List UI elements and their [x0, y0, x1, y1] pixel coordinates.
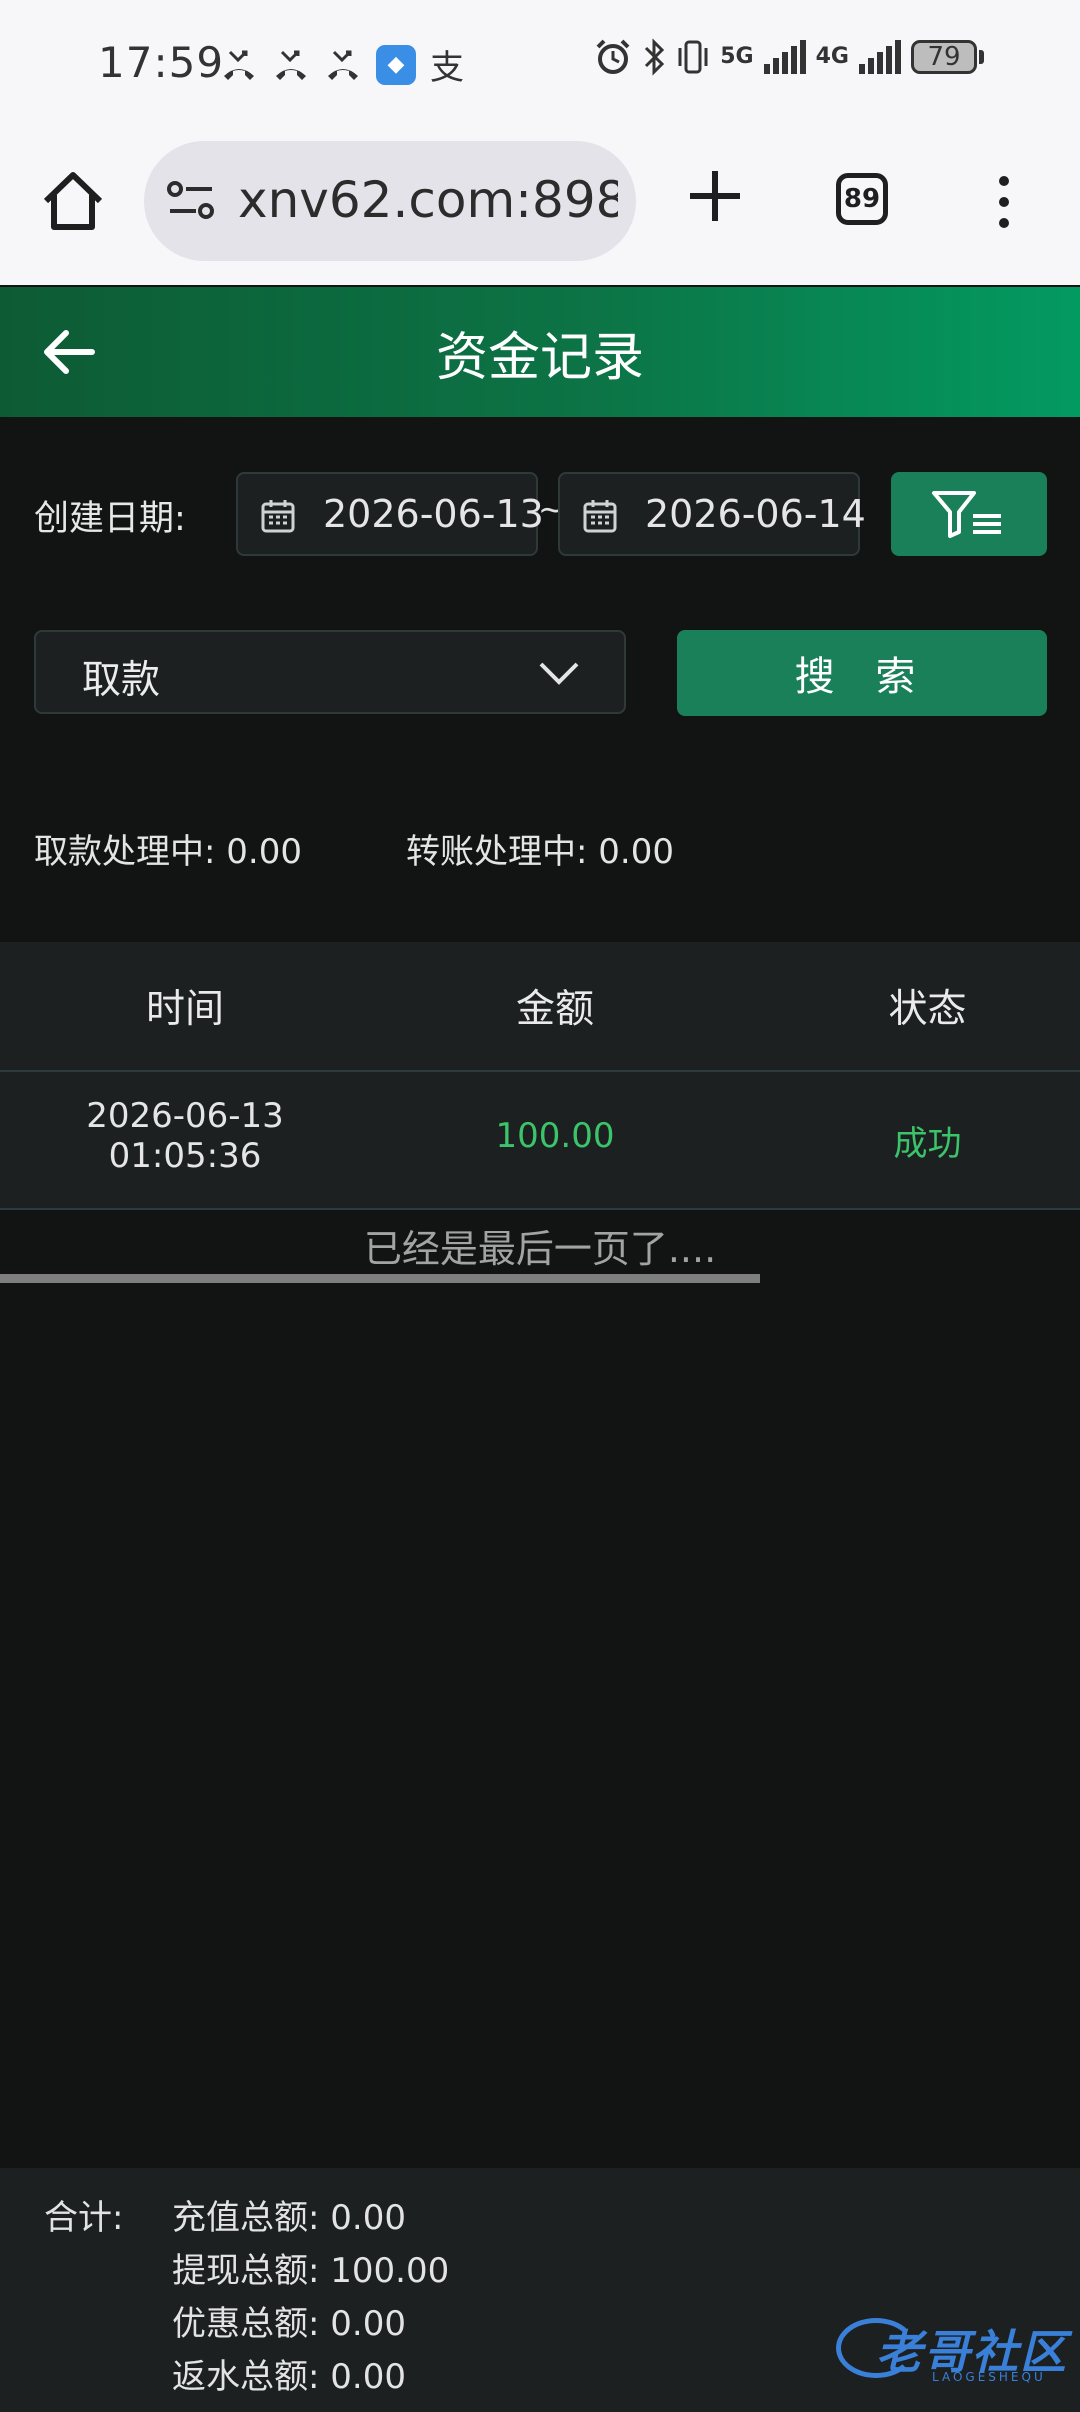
battery-icon: 79	[911, 40, 984, 74]
network-5g-label: 5G	[720, 44, 754, 69]
battery-level: 79	[911, 40, 977, 74]
url-text[interactable]: xnv62.com:8989	[238, 171, 618, 229]
alipay-icon: 支	[430, 48, 464, 88]
column-header-time: 时间	[145, 987, 224, 1032]
transfer-processing-text: 转账处理中: 0.00	[406, 832, 674, 872]
cell-status: 成功	[893, 1124, 962, 1164]
signal-4g-icon	[859, 40, 901, 74]
calendar-icon	[261, 500, 295, 533]
withdraw-processing-text: 取款处理中: 0.00	[34, 832, 302, 872]
new-tab-icon[interactable]	[684, 165, 746, 227]
discount-total: 优惠总额: 0.00	[172, 2304, 406, 2344]
table-row[interactable]: 2026-06-13 01:05:36 100.00 成功	[0, 1072, 1080, 1210]
cell-amount: 100.00	[495, 1116, 615, 1156]
watermark-sub: LAOGESHEQU	[932, 2370, 1046, 2384]
end-of-list-message: 已经是最后一页了....	[363, 1227, 717, 1271]
totals-footer: 合计: 充值总额: 0.00 提现总额: 100.00 优惠总额: 0.00 返…	[0, 2168, 1080, 2412]
totals-label: 合计:	[44, 2198, 124, 2238]
cell-clock: 01:05:36	[108, 1136, 262, 1176]
app-notification-icon: ◆	[376, 44, 416, 85]
status-bar: 17:59 ◆ 支 5G 4G 79	[0, 0, 1080, 135]
recharge-total: 充值总额: 0.00	[172, 2198, 406, 2238]
end-date-picker[interactable]: 2026-06-14	[558, 472, 866, 556]
filter-icon	[932, 491, 1001, 538]
home-icon[interactable]	[40, 169, 106, 235]
status-time: 17:59	[98, 38, 225, 87]
bluetooth-icon	[645, 38, 665, 76]
date-separator: ~	[538, 490, 565, 528]
network-4g-label: 4G	[815, 44, 849, 69]
table-header: 时间 金额 状态	[0, 942, 1080, 1072]
tab-switcher-button[interactable]: 89	[836, 173, 888, 225]
system-icons: 5G 4G 79	[594, 38, 984, 76]
calendar-icon	[583, 500, 617, 533]
watermark-logo: 老哥社区 LAOGESHEQU	[836, 2310, 1066, 2390]
column-header-status: 状态	[888, 987, 967, 1032]
missed-call-icon	[224, 50, 254, 80]
address-bar[interactable]: xnv62.com:8989	[144, 141, 636, 261]
transaction-type-select[interactable]: 取款	[34, 630, 626, 714]
cell-time: 2026-06-13 01:05:36	[0, 1096, 370, 1176]
missed-call-icon	[328, 50, 358, 80]
end-date-value: 2026-06-14	[645, 492, 866, 536]
chevron-down-icon	[539, 662, 579, 685]
notification-icons: ◆ 支	[220, 40, 464, 89]
missed-call-icon	[276, 50, 306, 80]
alarm-icon	[596, 39, 630, 74]
vibrate-icon	[678, 40, 708, 74]
horizontal-scrollbar[interactable]	[0, 1274, 760, 1283]
rebate-total: 返水总额: 0.00	[172, 2357, 406, 2397]
page-header: 资金记录	[0, 287, 1080, 417]
cell-date: 2026-06-13	[86, 1096, 284, 1136]
filter-button[interactable]	[891, 472, 1047, 556]
column-header-amount: 金额	[515, 987, 594, 1032]
start-date-value: 2026-06-13	[323, 492, 544, 536]
browser-toolbar: xnv62.com:8989 89	[0, 135, 1080, 285]
signal-5g-icon	[763, 40, 806, 74]
site-settings-icon[interactable]	[166, 179, 218, 223]
transaction-type-value: 取款	[82, 658, 161, 703]
page-title: 资金记录	[435, 328, 644, 388]
date-label: 创建日期:	[34, 499, 186, 539]
search-button[interactable]: 搜 索	[677, 630, 1047, 716]
withdraw-total: 提现总额: 100.00	[172, 2251, 450, 2291]
records-table: 时间 金额 状态 2026-06-13 01:05:36 100.00 成功	[0, 942, 1080, 1210]
start-date-picker[interactable]: 2026-06-13	[236, 472, 544, 556]
more-menu-icon[interactable]	[994, 175, 1014, 229]
